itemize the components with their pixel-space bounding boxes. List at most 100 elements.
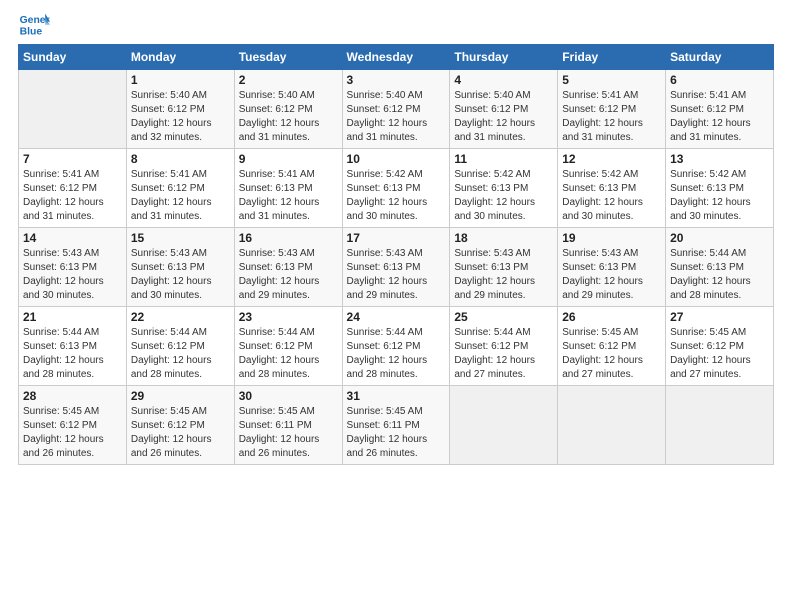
- day-number: 28: [23, 389, 122, 403]
- day-number: 6: [670, 73, 769, 87]
- day-info: Sunrise: 5:44 AMSunset: 6:12 PMDaylight:…: [131, 326, 230, 382]
- day-number: 18: [454, 231, 553, 245]
- day-info: Sunrise: 5:40 AMSunset: 6:12 PMDaylight:…: [131, 89, 230, 145]
- day-number: 27: [670, 310, 769, 324]
- calendar-week-row: 7 Sunrise: 5:41 AMSunset: 6:12 PMDaylight…: [19, 149, 774, 228]
- calendar-cell: 3 Sunrise: 5:40 AMSunset: 6:12 PMDaylight…: [342, 70, 450, 149]
- calendar-cell: 5 Sunrise: 5:41 AMSunset: 6:12 PMDaylight…: [558, 70, 666, 149]
- day-number: 23: [239, 310, 338, 324]
- day-number: 15: [131, 231, 230, 245]
- day-info: Sunrise: 5:41 AMSunset: 6:12 PMDaylight:…: [562, 89, 661, 145]
- day-number: 7: [23, 152, 122, 166]
- day-number: 10: [347, 152, 446, 166]
- day-number: 9: [239, 152, 338, 166]
- calendar-header-saturday: Saturday: [666, 45, 774, 70]
- calendar-week-row: 1Sunrise: 5:40 AMSunset: 6:12 PMDaylight…: [19, 70, 774, 149]
- day-number: 30: [239, 389, 338, 403]
- day-number: 8: [131, 152, 230, 166]
- day-number: 3: [347, 73, 446, 87]
- calendar: SundayMondayTuesdayWednesdayThursdayFrid…: [18, 44, 774, 465]
- calendar-cell: 26 Sunrise: 5:45 AMSunset: 6:12 PMDayligh…: [558, 307, 666, 386]
- day-info: Sunrise: 5:41 AMSunset: 6:12 PMDaylight:…: [670, 89, 769, 145]
- day-info: Sunrise: 5:43 AMSunset: 6:13 PMDaylight:…: [562, 247, 661, 303]
- calendar-cell: 30 Sunrise: 5:45 AMSunset: 6:11 PMDayligh…: [234, 386, 342, 465]
- day-info: Sunrise: 5:41 AMSunset: 6:12 PMDaylight:…: [23, 168, 122, 224]
- day-info: Sunrise: 5:40 AMSunset: 6:12 PMDaylight:…: [239, 89, 338, 145]
- calendar-cell: 28 Sunrise: 5:45 AMSunset: 6:12 PMDayligh…: [19, 386, 127, 465]
- calendar-cell: 8 Sunrise: 5:41 AMSunset: 6:12 PMDaylight…: [126, 149, 234, 228]
- day-info: Sunrise: 5:40 AMSunset: 6:12 PMDaylight:…: [347, 89, 446, 145]
- calendar-cell: [19, 70, 127, 149]
- day-info: Sunrise: 5:45 AMSunset: 6:12 PMDaylight:…: [670, 326, 769, 382]
- calendar-week-row: 28 Sunrise: 5:45 AMSunset: 6:12 PMDayligh…: [19, 386, 774, 465]
- calendar-cell: 17 Sunrise: 5:43 AMSunset: 6:13 PMDayligh…: [342, 228, 450, 307]
- day-number: 29: [131, 389, 230, 403]
- day-number: 17: [347, 231, 446, 245]
- calendar-cell: 22 Sunrise: 5:44 AMSunset: 6:12 PMDayligh…: [126, 307, 234, 386]
- calendar-cell: 2 Sunrise: 5:40 AMSunset: 6:12 PMDaylight…: [234, 70, 342, 149]
- day-number: 22: [131, 310, 230, 324]
- calendar-cell: 21Sunrise: 5:44 AMSunset: 6:13 PMDayligh…: [19, 307, 127, 386]
- day-info: Sunrise: 5:41 AMSunset: 6:12 PMDaylight:…: [131, 168, 230, 224]
- day-info: Sunrise: 5:44 AMSunset: 6:12 PMDaylight:…: [454, 326, 553, 382]
- day-info: Sunrise: 5:43 AMSunset: 6:13 PMDaylight:…: [239, 247, 338, 303]
- day-info: Sunrise: 5:45 AMSunset: 6:11 PMDaylight:…: [347, 405, 446, 461]
- calendar-header-monday: Monday: [126, 45, 234, 70]
- calendar-header-wednesday: Wednesday: [342, 45, 450, 70]
- calendar-header-sunday: Sunday: [19, 45, 127, 70]
- day-info: Sunrise: 5:43 AMSunset: 6:13 PMDaylight:…: [131, 247, 230, 303]
- day-number: 5: [562, 73, 661, 87]
- calendar-header-row: SundayMondayTuesdayWednesdayThursdayFrid…: [19, 45, 774, 70]
- calendar-cell: 13 Sunrise: 5:42 AMSunset: 6:13 PMDayligh…: [666, 149, 774, 228]
- day-number: 26: [562, 310, 661, 324]
- day-info: Sunrise: 5:43 AMSunset: 6:13 PMDaylight:…: [454, 247, 553, 303]
- day-info: Sunrise: 5:44 AMSunset: 6:12 PMDaylight:…: [239, 326, 338, 382]
- day-info: Sunrise: 5:43 AMSunset: 6:13 PMDaylight:…: [347, 247, 446, 303]
- day-info: Sunrise: 5:45 AMSunset: 6:12 PMDaylight:…: [562, 326, 661, 382]
- day-info: Sunrise: 5:41 AMSunset: 6:13 PMDaylight:…: [239, 168, 338, 224]
- calendar-cell: 9 Sunrise: 5:41 AMSunset: 6:13 PMDaylight…: [234, 149, 342, 228]
- day-info: Sunrise: 5:44 AMSunset: 6:13 PMDaylight:…: [670, 247, 769, 303]
- header: General Blue: [18, 10, 774, 38]
- day-info: Sunrise: 5:42 AMSunset: 6:13 PMDaylight:…: [347, 168, 446, 224]
- calendar-cell: 6 Sunrise: 5:41 AMSunset: 6:12 PMDaylight…: [666, 70, 774, 149]
- svg-text:Blue: Blue: [20, 26, 43, 37]
- calendar-cell: 16 Sunrise: 5:43 AMSunset: 6:13 PMDayligh…: [234, 228, 342, 307]
- day-number: 21: [23, 310, 122, 324]
- day-info: Sunrise: 5:45 AMSunset: 6:12 PMDaylight:…: [23, 405, 122, 461]
- day-number: 16: [239, 231, 338, 245]
- day-number: 13: [670, 152, 769, 166]
- day-info: Sunrise: 5:45 AMSunset: 6:12 PMDaylight:…: [131, 405, 230, 461]
- calendar-cell: [558, 386, 666, 465]
- calendar-cell: 24 Sunrise: 5:44 AMSunset: 6:12 PMDayligh…: [342, 307, 450, 386]
- calendar-cell: 1Sunrise: 5:40 AMSunset: 6:12 PMDaylight…: [126, 70, 234, 149]
- day-info: Sunrise: 5:44 AMSunset: 6:12 PMDaylight:…: [347, 326, 446, 382]
- day-info: Sunrise: 5:42 AMSunset: 6:13 PMDaylight:…: [670, 168, 769, 224]
- calendar-cell: 14Sunrise: 5:43 AMSunset: 6:13 PMDayligh…: [19, 228, 127, 307]
- day-number: 24: [347, 310, 446, 324]
- calendar-cell: 19 Sunrise: 5:43 AMSunset: 6:13 PMDayligh…: [558, 228, 666, 307]
- calendar-cell: 15 Sunrise: 5:43 AMSunset: 6:13 PMDayligh…: [126, 228, 234, 307]
- day-info: Sunrise: 5:45 AMSunset: 6:11 PMDaylight:…: [239, 405, 338, 461]
- day-info: Sunrise: 5:42 AMSunset: 6:13 PMDaylight:…: [454, 168, 553, 224]
- calendar-cell: 18 Sunrise: 5:43 AMSunset: 6:13 PMDayligh…: [450, 228, 558, 307]
- day-number: 12: [562, 152, 661, 166]
- calendar-cell: 20Sunrise: 5:44 AMSunset: 6:13 PMDayligh…: [666, 228, 774, 307]
- day-number: 25: [454, 310, 553, 324]
- calendar-cell: 25 Sunrise: 5:44 AMSunset: 6:12 PMDayligh…: [450, 307, 558, 386]
- day-number: 14: [23, 231, 122, 245]
- day-number: 2: [239, 73, 338, 87]
- calendar-header-thursday: Thursday: [450, 45, 558, 70]
- calendar-cell: 4Sunrise: 5:40 AMSunset: 6:12 PMDaylight…: [450, 70, 558, 149]
- calendar-cell: 10 Sunrise: 5:42 AMSunset: 6:13 PMDayligh…: [342, 149, 450, 228]
- day-number: 19: [562, 231, 661, 245]
- calendar-cell: 31 Sunrise: 5:45 AMSunset: 6:11 PMDayligh…: [342, 386, 450, 465]
- day-info: Sunrise: 5:40 AMSunset: 6:12 PMDaylight:…: [454, 89, 553, 145]
- calendar-week-row: 21Sunrise: 5:44 AMSunset: 6:13 PMDayligh…: [19, 307, 774, 386]
- calendar-cell: [666, 386, 774, 465]
- calendar-header-tuesday: Tuesday: [234, 45, 342, 70]
- day-number: 31: [347, 389, 446, 403]
- calendar-cell: 7 Sunrise: 5:41 AMSunset: 6:12 PMDaylight…: [19, 149, 127, 228]
- calendar-cell: 11Sunrise: 5:42 AMSunset: 6:13 PMDayligh…: [450, 149, 558, 228]
- page: General Blue SundayMondayTuesdayWednesda…: [0, 0, 792, 612]
